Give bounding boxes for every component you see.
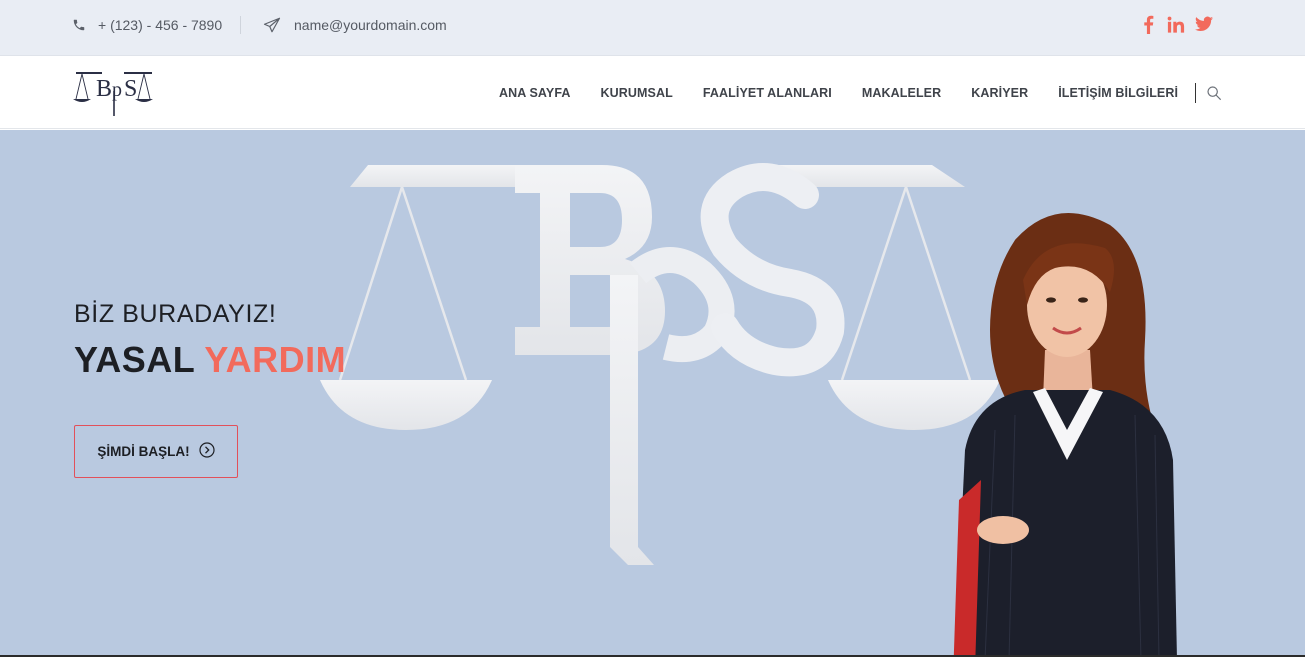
- nav-item-faaliyet-alanlari[interactable]: FAALİYET ALANLARI: [688, 86, 847, 100]
- hero-title: YASAL YARDIM: [74, 339, 346, 381]
- svg-text:S: S: [124, 76, 137, 102]
- brand-logo[interactable]: B p S: [72, 69, 156, 119]
- paper-plane-icon: [262, 16, 282, 34]
- phone-icon: [72, 18, 86, 32]
- svg-text:B: B: [96, 76, 112, 102]
- start-now-label: ŞİMDİ BAŞLA!: [97, 444, 190, 459]
- primary-nav: ANA SAYFA KURUMSAL FAALİYET ALANLARI MAK…: [484, 57, 1222, 129]
- twitter-icon[interactable]: [1195, 14, 1213, 34]
- email-contact[interactable]: name@yourdomain.com: [262, 0, 447, 50]
- main-navbar: B p S ANA SAYFA KURUMSAL FAALİYET ALANLA…: [0, 57, 1305, 129]
- phone-number[interactable]: + (123) - 456 - 7890: [98, 17, 222, 33]
- hero-title-main: YASAL: [74, 339, 195, 380]
- nav-item-iletisim-bilgileri[interactable]: İLETİŞİM BİLGİLERİ: [1043, 86, 1193, 100]
- nav-item-makaleler[interactable]: MAKALELER: [847, 86, 956, 100]
- lawyer-photo: [953, 213, 1177, 657]
- social-links: [1139, 14, 1213, 34]
- nav-item-kariyer[interactable]: KARİYER: [956, 86, 1043, 100]
- chevron-right-circle-icon: [199, 442, 215, 461]
- hero-section: BİZ BURADAYIZ! YASAL YARDIM ŞİMDİ BAŞLA!: [0, 130, 1305, 657]
- hero-eyebrow: BİZ BURADAYIZ!: [74, 300, 277, 328]
- facebook-icon[interactable]: [1139, 14, 1157, 34]
- phone-contact[interactable]: + (123) - 456 - 7890: [72, 0, 222, 50]
- linkedin-icon[interactable]: [1167, 14, 1185, 34]
- nav-divider: [1195, 83, 1197, 103]
- background-logo-watermark: [320, 163, 1000, 565]
- start-now-button[interactable]: ŞİMDİ BAŞLA!: [74, 425, 238, 478]
- search-icon[interactable]: [1206, 85, 1222, 101]
- top-bar: + (123) - 456 - 7890 name@yourdomain.com: [0, 0, 1305, 56]
- nav-item-ana-sayfa[interactable]: ANA SAYFA: [484, 86, 586, 100]
- hero-title-accent: YARDIM: [204, 339, 347, 380]
- contact-divider: [240, 16, 241, 34]
- nav-item-kurumsal[interactable]: KURUMSAL: [586, 86, 688, 100]
- email-address[interactable]: name@yourdomain.com: [294, 17, 447, 33]
